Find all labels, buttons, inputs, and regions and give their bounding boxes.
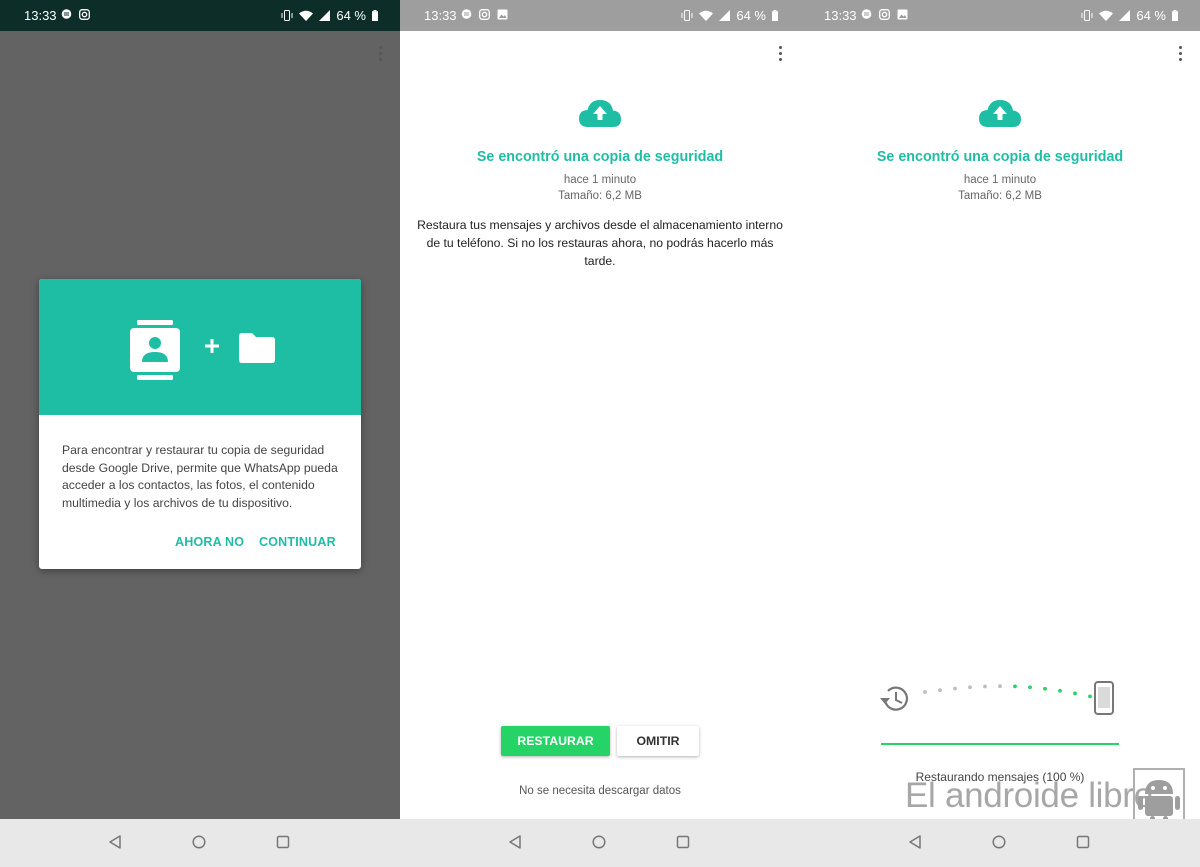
- navigation-bar: [0, 819, 400, 867]
- progress-dot: [1088, 694, 1092, 699]
- skip-button[interactable]: OMITIR: [617, 726, 699, 756]
- more-vert-icon[interactable]: [774, 46, 786, 66]
- navigation-bar: [800, 819, 1200, 867]
- back-icon[interactable]: [908, 835, 922, 849]
- signal-icon: [319, 10, 331, 21]
- back-icon[interactable]: [508, 835, 522, 849]
- status-time: 13:33: [424, 8, 457, 23]
- progress-dot: [1028, 685, 1032, 690]
- watermark-text: El androide libre: [905, 776, 1153, 815]
- battery-icon: [1172, 10, 1178, 21]
- wifi-icon: [699, 10, 714, 21]
- no-download-note: No se necesita descargar datos: [519, 785, 681, 797]
- contacts-icon: [130, 320, 180, 380]
- battery-percent: 64 %: [336, 8, 366, 23]
- navigation-bar: [400, 819, 800, 867]
- image-icon: [497, 9, 508, 20]
- recents-icon[interactable]: [676, 835, 690, 849]
- wifi-icon: [299, 10, 314, 21]
- home-icon[interactable]: [992, 835, 1006, 849]
- message-icon: [861, 9, 872, 19]
- progress-dot: [998, 684, 1002, 689]
- restore-button[interactable]: RESTAURAR: [501, 726, 610, 756]
- backup-found-title: Se encontró una copia de seguridad: [876, 149, 1124, 165]
- continue-button[interactable]: CONTINUAR: [259, 535, 336, 549]
- backup-time: hace 1 minuto: [963, 174, 1037, 186]
- phone-screen-restoring: 13:33 64 % Se encontró una copia de segu…: [800, 0, 1200, 867]
- dialog-message: Para encontrar y restaurar tu copia de s…: [62, 443, 338, 510]
- battery-icon: [772, 10, 778, 21]
- progress-dot: [1013, 684, 1017, 689]
- progress-dot: [1073, 691, 1077, 696]
- dialog-header: [39, 279, 361, 415]
- smartphone-icon: [1094, 681, 1114, 715]
- instagram-icon: [479, 9, 490, 20]
- plus-icon: [205, 339, 219, 353]
- restore-progress-bar: [881, 743, 1119, 745]
- permission-dialog: Para encontrar y restaurar tu copia de s…: [39, 279, 361, 569]
- home-icon[interactable]: [592, 835, 606, 849]
- not-now-button[interactable]: AHORA NO: [175, 535, 244, 549]
- battery-percent: 64 %: [1136, 8, 1166, 23]
- phone-screen-backup-found: 13:33 64 % Se encontró una copia de segu…: [400, 0, 800, 867]
- backup-size: Tamaño: 6,2 MB: [558, 190, 642, 202]
- more-vert-icon[interactable]: [1174, 46, 1186, 66]
- more-vert-icon[interactable]: [374, 46, 386, 66]
- progress-dot: [1058, 688, 1062, 693]
- backup-found-title: Se encontró una copia de seguridad: [476, 149, 724, 165]
- progress-dot: [983, 684, 987, 689]
- progress-dot: [1043, 686, 1047, 691]
- progress-dot: [938, 688, 942, 692]
- folder-icon: [239, 333, 275, 363]
- recents-icon[interactable]: [1076, 835, 1090, 849]
- instagram-icon: [79, 9, 90, 20]
- progress-dot: [923, 690, 927, 694]
- progress-dot: [968, 685, 972, 690]
- restore-animation: [880, 681, 1114, 715]
- status-time: 13:33: [824, 8, 857, 23]
- backup-size: Tamaño: 6,2 MB: [958, 190, 1042, 202]
- battery-percent: 64 %: [736, 8, 766, 23]
- vibrate-icon: [1081, 10, 1093, 21]
- instagram-icon: [879, 9, 890, 20]
- recents-icon[interactable]: [276, 835, 290, 849]
- status-time: 13:33: [24, 8, 57, 23]
- status-bar: 13:33 64 %: [400, 0, 800, 31]
- status-bar: 13:33 64 %: [0, 0, 400, 31]
- message-icon: [461, 9, 472, 19]
- backup-time: hace 1 minuto: [563, 174, 637, 186]
- restore-progress-fill: [881, 743, 1119, 745]
- image-icon: [897, 9, 908, 20]
- restore-description: Restaura tus mensajes y archivos desde e…: [417, 218, 783, 268]
- vibrate-icon: [281, 10, 293, 21]
- signal-icon: [719, 10, 731, 21]
- cloud-upload-icon: [579, 100, 621, 127]
- signal-icon: [1119, 10, 1131, 21]
- progress-dot: [953, 686, 957, 691]
- battery-icon: [372, 10, 378, 21]
- message-icon: [61, 9, 72, 19]
- phone-screen-permission: 13:33 64 % Para encontrar y restaurar tu…: [0, 0, 400, 867]
- status-bar: 13:33 64 %: [800, 0, 1200, 31]
- home-icon[interactable]: [192, 835, 206, 849]
- vibrate-icon: [681, 10, 693, 21]
- back-icon[interactable]: [108, 835, 122, 849]
- cloud-upload-icon: [979, 100, 1021, 127]
- history-icon: [880, 686, 908, 711]
- wifi-icon: [1099, 10, 1114, 21]
